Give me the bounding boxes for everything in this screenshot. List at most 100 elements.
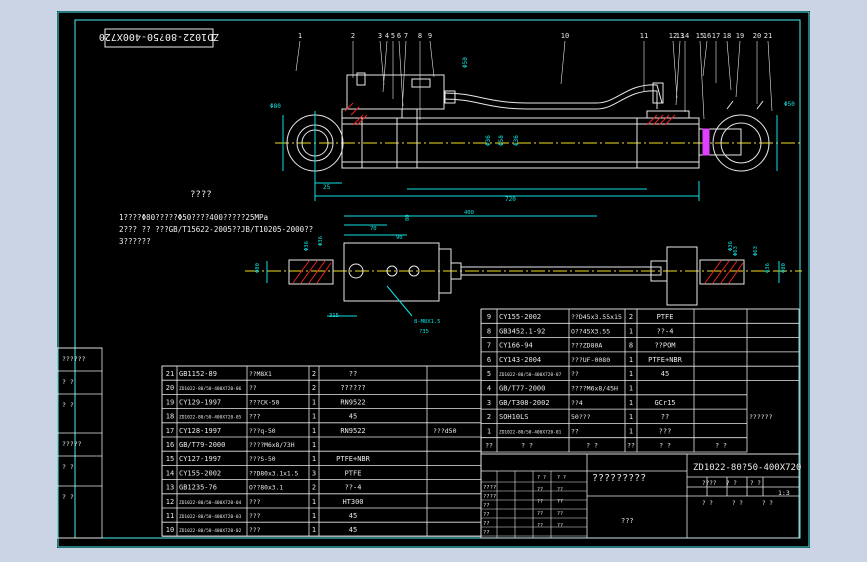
bom-material: ??-4	[345, 484, 362, 492]
bom-material: PTFE+NBR	[648, 356, 683, 364]
bom-no: 14	[166, 469, 174, 477]
section-hatch	[344, 102, 676, 126]
block-side	[343, 242, 440, 302]
bom-material: 45	[349, 512, 357, 520]
leader-line	[675, 40, 681, 106]
drawing-sheet: ZD1022-80?50-400X720 1 2 3 4 5 6 7 8 9 1…	[57, 11, 810, 548]
small-label: ? ?	[537, 475, 546, 481]
bom-qty: 2	[629, 313, 633, 321]
leader-line	[560, 40, 566, 85]
head-side	[666, 246, 698, 306]
bom-code: ZD1022-80/50-400X720-02	[179, 528, 242, 534]
dim-bottom-14: ?35	[419, 329, 429, 335]
bom-no: 20	[166, 384, 174, 392]
balloon-4: 4	[385, 32, 389, 40]
side-record-table: ?????? ? ? ? ?????? ? ? ? ?	[57, 347, 103, 539]
small-label: ??	[557, 523, 563, 529]
bom-name: ???	[249, 499, 261, 506]
dim-bottom-9: Φ63	[753, 246, 759, 256]
leader-line	[702, 40, 708, 77]
valve-block	[346, 74, 445, 110]
part-balloons: 1 2 3 4 5 6 7 8 9 10 11 121314 1516 17 18 19 20 21	[295, 32, 773, 120]
dim-bottom-1: Φ36	[318, 236, 324, 246]
balloon-6: 6	[397, 32, 401, 40]
bom-material: RN9522	[340, 427, 365, 435]
dim-bottom-3: Φ80	[255, 263, 261, 273]
bom-name: ???	[249, 414, 261, 421]
side-label-3: ?????	[62, 440, 82, 448]
dim-top-0: Φ80	[270, 103, 281, 110]
bom-qty: 1	[629, 370, 633, 378]
leader-line	[699, 40, 705, 120]
dim-bottom-5: 90	[396, 235, 403, 241]
bom-no: 17	[166, 427, 174, 435]
bom-no: 10	[166, 526, 174, 534]
hydraulic-hose	[443, 84, 663, 104]
bom-code: SOH10LS	[499, 413, 529, 421]
sign-row: ??	[483, 521, 490, 527]
bom-no: 2	[487, 413, 491, 421]
balloon-7: 7	[404, 32, 408, 40]
bom-code: ZD1022-80/50-400X720-05	[179, 415, 242, 421]
bom-qty: 1	[312, 441, 316, 449]
bom-qty: 2	[312, 384, 316, 392]
dim-top-3: Φ58	[498, 135, 505, 146]
bom-code: CY155-2002	[179, 469, 221, 477]
bom-name: ??	[571, 427, 579, 435]
bom-code: GB/T308-2002	[499, 399, 550, 407]
small-label: ??	[557, 499, 563, 505]
bom-code: CY143-2004	[499, 356, 541, 364]
bom-note: ??????	[749, 413, 773, 421]
sheet-label: ? ?	[732, 500, 743, 507]
bom-name: ???S-50	[249, 456, 276, 463]
sign-row: ????	[483, 485, 496, 491]
balloon-17: 17	[712, 32, 720, 40]
small-label: ??	[537, 511, 543, 517]
bom-qty: 1	[312, 398, 316, 406]
small-label: ??	[557, 511, 563, 517]
dim-bottom-0: Φ36	[304, 241, 310, 251]
balloon-18: 18	[723, 32, 731, 40]
bom-qty: 1	[312, 413, 316, 421]
balloon-9: 9	[428, 32, 432, 40]
bom-name: ???ZD80A	[571, 342, 602, 350]
bom-code: ZD1022-80/50-400X720-01	[499, 429, 562, 435]
leader-line	[735, 40, 741, 98]
drawing-name: ?????????	[592, 473, 646, 484]
bom-qty: 1	[312, 427, 316, 435]
balloon-19: 19	[736, 32, 744, 40]
bom-code: CY155-2002	[499, 313, 541, 321]
cad-drawing: ZD1022-80?50-400X720 1 2 3 4 5 6 7 8 9 1…	[57, 11, 810, 548]
bom-name: ??D80x3.1x1.5	[249, 470, 298, 477]
note-line-1: 1????Φ80?????Φ50????400?????25MPa	[119, 213, 268, 222]
balloon-21: 21	[764, 32, 772, 40]
bom-no: 13	[166, 484, 174, 492]
dim-bottom-2: 400	[464, 210, 474, 216]
technical-notes: ???? 1????Φ80?????Φ50????400?????25MPa 2…	[119, 190, 313, 246]
bom-code: GB3452.1-92	[499, 327, 545, 335]
bom-name: O??45X3.55	[571, 327, 610, 335]
sign-row: ??	[483, 530, 490, 536]
bom-name: ???q-50	[249, 428, 276, 435]
rear-cap	[341, 108, 403, 119]
bom-material: ??POM	[654, 342, 675, 350]
title-block: ????????? ZD1022-80?50-400X720??? 1:3?????…	[480, 453, 801, 539]
bom-name: ??4	[571, 399, 583, 407]
dim-bottom-4: 70	[370, 226, 377, 232]
bom-code: GB1152-89	[179, 370, 217, 378]
dim-bottom-12: 315	[329, 313, 339, 319]
bom-material: ??-4	[657, 327, 674, 335]
leader-line	[295, 40, 301, 72]
bom-header: ? ?	[715, 442, 727, 450]
balloon-3: 3	[378, 32, 382, 40]
bom-no: 16	[166, 441, 174, 449]
bom-no: 5	[487, 370, 491, 378]
balloon-2: 2	[351, 32, 355, 40]
bom-name: ???CK-50	[249, 399, 280, 406]
sheet-label: ? ?	[702, 500, 713, 507]
bom-no: 18	[166, 413, 174, 421]
dim-bottom-6: 80	[405, 214, 411, 221]
dim-bottom-8: Φ63	[733, 246, 739, 256]
bom-no: 19	[166, 398, 174, 406]
leader-line	[401, 40, 407, 114]
